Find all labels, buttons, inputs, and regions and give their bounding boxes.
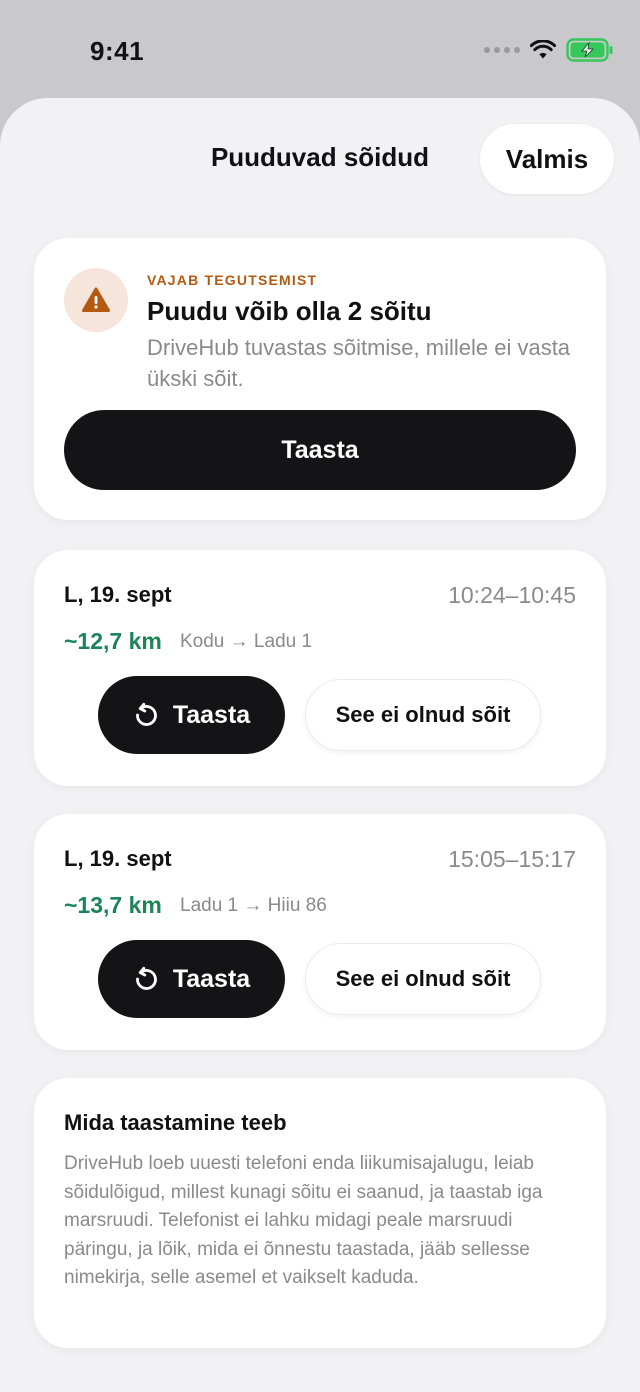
not-a-trip-button[interactable]: See ei olnud sõit <box>305 943 541 1015</box>
done-button[interactable]: Valmis <box>480 124 614 194</box>
trip-restore-label: Taasta <box>172 700 251 729</box>
alert-description: DriveHub tuvastas sõitmise, millele ei v… <box>147 335 571 391</box>
trip-route: Ladu 1 → Hiiu 86 <box>180 895 327 916</box>
trip-time-range: 10:24–10:45 <box>448 582 576 608</box>
alert-title: Puudu võib olla 2 sõitu <box>147 296 432 326</box>
info-body: DriveHub loeb uuesti telefoni enda liiku… <box>64 1153 543 1288</box>
trip-distance: ~13,7 km <box>64 892 162 918</box>
trip-restore-button[interactable]: Taasta <box>98 940 285 1018</box>
status-time: 9:41 <box>90 36 145 66</box>
warning-icon-container <box>64 268 128 332</box>
restore-icon <box>135 966 157 990</box>
not-a-trip-button[interactable]: See ei olnud sõit <box>305 679 541 751</box>
trip-date: L, 19. sept <box>64 582 172 607</box>
wifi-icon <box>530 40 556 59</box>
warning-icon <box>82 287 110 312</box>
trip-distance: ~12,7 km <box>64 628 162 654</box>
alert-kicker: VAJAB TEGUTSEMIST <box>147 272 318 288</box>
alert-card: VAJAB TEGUTSEMIST Puudu võib olla 2 sõit… <box>34 238 606 520</box>
status-bar: 9:41 <box>0 0 640 100</box>
restore-all-button[interactable]: Taasta <box>64 410 576 490</box>
trip-restore-label: Taasta <box>172 964 251 993</box>
cellular-signal-icon <box>484 47 520 53</box>
missing-trips-sheet: Puuduvad sõidud Valmis VAJAB TEGUTSEMIST… <box>0 98 640 1392</box>
restore-icon <box>135 702 157 726</box>
status-icons <box>484 38 614 62</box>
info-title: Mida taastamine teeb <box>64 1110 287 1135</box>
trip-route: Kodu → Ladu 1 <box>180 631 313 652</box>
trip-time-range: 15:05–15:17 <box>448 846 576 872</box>
trip-card: L, 19. sept 10:24–10:45 ~12,7 km Kodu → … <box>34 550 606 786</box>
info-card: Mida taastamine teeb DriveHub loeb uuest… <box>34 1078 606 1348</box>
trip-date: L, 19. sept <box>64 846 172 871</box>
battery-charging-icon <box>566 38 613 62</box>
trip-restore-button[interactable]: Taasta <box>98 676 285 754</box>
trip-card: L, 19. sept 15:05–15:17 ~13,7 km Ladu 1 … <box>34 814 606 1050</box>
